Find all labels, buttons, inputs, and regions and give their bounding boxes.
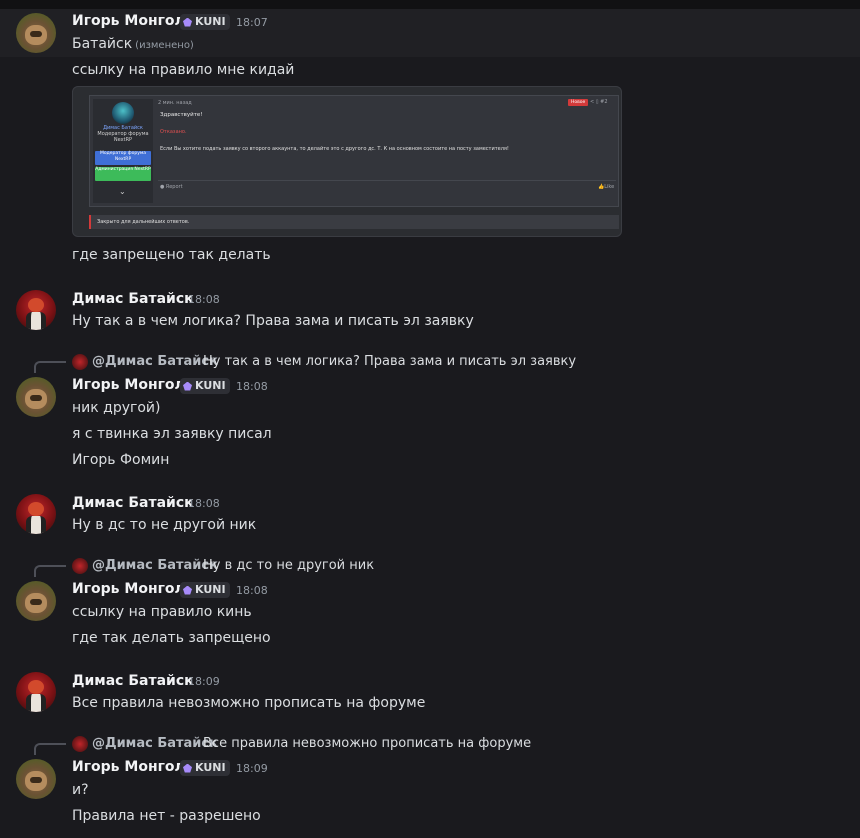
forum-badge-moderator: Модератор форума NextRP [95, 151, 151, 165]
clan-tag-label: KUNI [195, 15, 226, 28]
avatar[interactable] [16, 13, 56, 53]
reply-spine [34, 361, 66, 373]
message-text: Батайск (изменено) [72, 36, 194, 52]
message-line: Батайск [72, 36, 133, 52]
reply-preview[interactable]: @Димас Батайск Ну в дс то не другой ник [34, 557, 634, 577]
author-name[interactable]: Димас Батайск [72, 291, 194, 307]
reply-avatar [72, 354, 88, 370]
forum-report: ● Report [160, 184, 183, 190]
timestamp: 18:08 [188, 497, 220, 510]
avatar[interactable] [16, 290, 56, 330]
reply-text: Ну в дс то не другой ник [203, 558, 375, 573]
author-name[interactable]: Димас Батайск [72, 673, 194, 689]
timestamp: 18:08 [188, 293, 220, 306]
message-text: где так делать запрещено [72, 630, 271, 646]
reply-preview[interactable]: @Димас Батайск Ну так а в чем логика? Пр… [34, 353, 634, 373]
author-name[interactable]: Игорь Монгол [72, 581, 185, 597]
gem-icon [183, 763, 192, 773]
clan-tag-label: KUNI [195, 379, 226, 392]
message-text: Ну в дс то не другой ник [72, 517, 257, 533]
message-text: где запрещено так делать [72, 247, 271, 263]
forum-avatar [112, 102, 134, 124]
clan-tag-label: KUNI [195, 583, 226, 596]
reply-author: @Димас Батайск [92, 736, 218, 751]
share-icon: < [590, 99, 595, 105]
reply-spine [34, 565, 66, 577]
flag-icon: ● [160, 184, 165, 190]
reply-text: Ну так а в чем логика? Права зама и писа… [203, 354, 577, 369]
attached-image[interactable]: Димас Батайск Модератор форума NextRP Мо… [72, 86, 622, 237]
reply-text: Все правила невозможно прописать на фору… [203, 736, 532, 751]
gem-icon [183, 381, 192, 391]
reply-author: @Димас Батайск [92, 354, 218, 369]
message-text: Ну так а в чем логика? Права зама и писа… [72, 313, 474, 329]
timestamp: 18:09 [188, 675, 220, 688]
gem-icon [183, 17, 192, 27]
post-number: #2 [600, 99, 608, 105]
top-bar [0, 0, 860, 9]
reply-avatar [72, 558, 88, 574]
timestamp: 18:08 [236, 584, 268, 597]
forum-post: Димас Батайск Модератор форума NextRP Мо… [89, 95, 619, 207]
timestamp: 18:07 [236, 16, 268, 29]
reply-avatar [72, 736, 88, 752]
forum-status: Отказано. [160, 129, 187, 135]
chevron-down-icon: ⌄ [119, 187, 126, 196]
clan-tag-label: KUNI [195, 761, 226, 774]
forum-body: Если Вы хотите подать заявку со второго … [160, 146, 509, 152]
forum-new-badge: Новое [568, 99, 589, 106]
forum-greeting: Здравствуйте! [160, 112, 203, 118]
clan-tag[interactable]: KUNI [180, 760, 230, 776]
forum-post-time: 2 мин. назад [158, 100, 192, 106]
forum-user-role: Модератор форума NextRP [97, 131, 149, 143]
message-text: и? [72, 782, 89, 798]
timestamp: 18:08 [236, 380, 268, 393]
clan-tag[interactable]: KUNI [180, 378, 230, 394]
gem-icon [183, 585, 192, 595]
avatar[interactable] [16, 581, 56, 621]
author-name[interactable]: Игорь Монгол [72, 759, 185, 775]
avatar[interactable] [16, 759, 56, 799]
message-text: ник другой) [72, 400, 161, 416]
forum-like: 👍Like [598, 184, 614, 190]
clan-tag[interactable]: KUNI [180, 582, 230, 598]
forum-badge-admin: Администрация NextRP [95, 167, 151, 181]
reply-author: @Димас Батайск [92, 558, 218, 573]
timestamp: 18:09 [236, 762, 268, 775]
reply-preview[interactable]: @Димас Батайск Все правила невозможно пр… [34, 735, 634, 755]
forum-user-card: Димас Батайск Модератор форума NextRP Мо… [93, 99, 153, 203]
message-text: ссылку на правило мне кидай [72, 62, 295, 78]
forum-report-label: Report [165, 184, 183, 190]
avatar[interactable] [16, 494, 56, 534]
forum-closed-text: Закрыто для дальнейших ответов. [97, 219, 190, 225]
message-text: я с твинка эл заявку писал [72, 426, 272, 442]
reply-spine [34, 743, 66, 755]
message-text: ссылку на правило кинь [72, 604, 252, 620]
message-text: Все правила невозможно прописать на фору… [72, 695, 426, 711]
edited-label: (изменено) [135, 40, 194, 51]
divider [158, 180, 616, 181]
avatar[interactable] [16, 672, 56, 712]
avatar[interactable] [16, 377, 56, 417]
author-name[interactable]: Игорь Монгол [72, 377, 185, 393]
forum-like-label: Like [604, 184, 615, 190]
bookmark-icon: ▯ [595, 99, 599, 105]
message-text: Игорь Фомин [72, 452, 170, 468]
author-name[interactable]: Игорь Монгол [72, 13, 185, 29]
clan-tag[interactable]: KUNI [180, 14, 230, 30]
forum-post-actions: < ▯ #2 [590, 99, 608, 105]
author-name[interactable]: Димас Батайск [72, 495, 194, 511]
forum-closed-notice: Закрыто для дальнейших ответов. [89, 215, 619, 229]
message-text: Правила нет - разрешено [72, 808, 261, 824]
